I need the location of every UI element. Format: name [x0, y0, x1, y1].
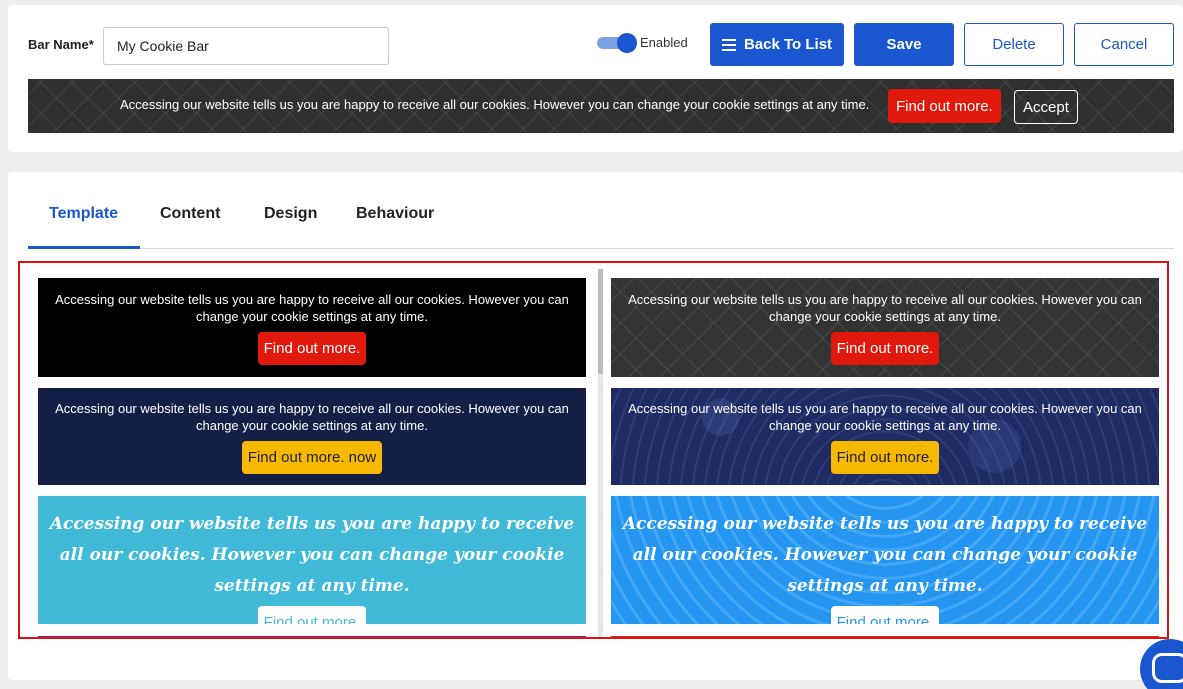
- list-icon: [721, 38, 736, 51]
- template-card-2[interactable]: Accessing our website tells us you are h…: [611, 278, 1159, 377]
- preview-text: Accessing our website tells us you are h…: [120, 97, 870, 112]
- tab-design[interactable]: Design: [264, 205, 317, 223]
- back-to-list-button[interactable]: Back To List: [710, 23, 844, 66]
- template-card-1[interactable]: Accessing our website tells us you are h…: [38, 278, 586, 377]
- template-text: Accessing our website tells us you are h…: [55, 292, 569, 324]
- cookie-bar-preview: Accessing our website tells us you are h…: [28, 79, 1174, 133]
- preview-find-out-button[interactable]: Find out more.: [888, 89, 1001, 123]
- editor-card: Template Content Design Behaviour Access…: [8, 172, 1183, 680]
- bar-name-input[interactable]: [103, 27, 389, 65]
- enabled-toggle[interactable]: [597, 33, 637, 53]
- template-card-4[interactable]: Accessing our website tells us you are h…: [611, 388, 1159, 485]
- template-button: Find out more.: [830, 606, 940, 624]
- template-grid: Accessing our website tells us you are h…: [18, 261, 1169, 639]
- template-text: Accessing our website tells us you are h…: [628, 292, 1142, 324]
- template-card-5[interactable]: Accessing our website tells us you are h…: [38, 496, 586, 624]
- template-button: Find out more.: [830, 441, 940, 474]
- scroll-thumb[interactable]: [598, 269, 603, 374]
- cancel-button[interactable]: Cancel: [1074, 23, 1174, 66]
- chat-icon: [1152, 653, 1183, 683]
- tab-template[interactable]: Template: [49, 205, 118, 223]
- save-button[interactable]: Save: [854, 23, 954, 66]
- template-text: Accessing our website tells us you are h…: [55, 401, 569, 433]
- toggle-knob: [617, 33, 637, 53]
- template-button: Find out more.: [257, 332, 367, 365]
- tab-content[interactable]: Content: [160, 205, 220, 223]
- preview-accept-button[interactable]: Accept: [1014, 90, 1078, 124]
- template-text: Accessing our website tells us you are h…: [49, 514, 575, 596]
- tab-behaviour[interactable]: Behaviour: [356, 205, 434, 223]
- active-tab-indicator: [28, 246, 140, 249]
- settings-header-card: Bar Name* Enabled Back To List Save Dele…: [8, 5, 1183, 152]
- template-button: Find out more.: [257, 606, 367, 624]
- enabled-label: Enabled: [640, 35, 688, 50]
- template-scrollbar[interactable]: [598, 269, 603, 637]
- template-card-7-peek[interactable]: [38, 636, 586, 637]
- tab-bar: Template Content Design Behaviour: [28, 172, 1174, 249]
- template-text: Accessing our website tells us you are h…: [622, 514, 1148, 596]
- template-card-3[interactable]: Accessing our website tells us you are h…: [38, 388, 586, 485]
- template-card-6[interactable]: Accessing our website tells us you are h…: [611, 496, 1159, 624]
- back-to-list-label: Back To List: [743, 36, 833, 53]
- bar-name-label: Bar Name*: [28, 37, 94, 52]
- template-card-8-peek[interactable]: [611, 636, 1159, 637]
- template-button: Find out more. now: [241, 441, 383, 474]
- template-button: Find out more.: [830, 332, 940, 365]
- delete-button[interactable]: Delete: [964, 23, 1064, 66]
- template-text: Accessing our website tells us you are h…: [628, 401, 1142, 433]
